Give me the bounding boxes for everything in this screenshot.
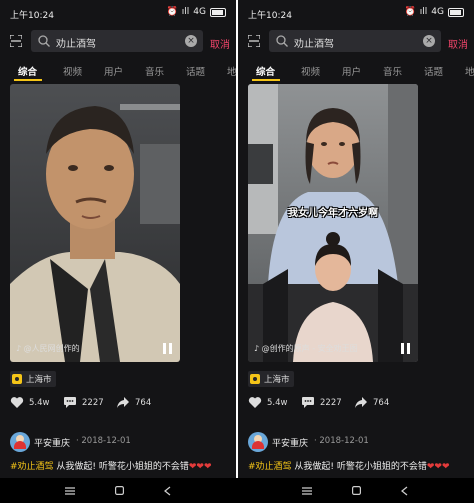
back-icon[interactable] bbox=[396, 478, 412, 503]
alarm-icon: ⏰ bbox=[404, 7, 416, 17]
home-square-icon[interactable] bbox=[348, 478, 364, 503]
avatar[interactable] bbox=[248, 432, 268, 452]
comment-icon bbox=[302, 397, 314, 408]
location-tag[interactable]: 上海市 bbox=[10, 371, 56, 387]
search-row: 劝止酒驾 × 取消 bbox=[0, 30, 236, 54]
signal-icon: ıll bbox=[419, 7, 428, 17]
share-icon bbox=[355, 397, 367, 408]
video-subtitle: 我女儿今年才六岁啊 bbox=[288, 208, 378, 219]
action-row: 5.4w 2227 764 bbox=[10, 396, 236, 414]
video-thumbnail[interactable]: 我女儿今年才六岁啊 ♪ @创作的原声 - 安全劝王图 bbox=[248, 84, 418, 362]
tab-users[interactable]: 用户 bbox=[104, 64, 123, 78]
status-time: 上午10:24 bbox=[10, 11, 54, 21]
tab-comprehensive[interactable]: 综合 bbox=[18, 64, 37, 78]
location-pin-icon bbox=[250, 374, 260, 384]
comment-button[interactable]: 2227 bbox=[301, 396, 342, 409]
scan-icon[interactable] bbox=[248, 35, 260, 47]
signal-icon: ıll bbox=[181, 7, 190, 17]
share-button[interactable]: 764 bbox=[116, 396, 151, 409]
tab-bar: 综合 视频 用户 音乐 话题 地 bbox=[0, 62, 236, 84]
tab-music[interactable]: 音乐 bbox=[145, 64, 164, 78]
system-nav-bar bbox=[0, 478, 474, 503]
comment-button[interactable]: 2227 bbox=[63, 396, 104, 409]
music-credit[interactable]: ♪ @人民网创作的 bbox=[16, 343, 80, 354]
pause-icon[interactable] bbox=[401, 343, 410, 354]
like-button[interactable]: 5.4w bbox=[10, 396, 49, 409]
woman-child-video-frame bbox=[248, 84, 418, 362]
clear-icon[interactable]: × bbox=[423, 35, 435, 47]
search-query: 劝止酒驾 bbox=[294, 39, 334, 50]
search-input[interactable]: 劝止酒驾 × bbox=[31, 30, 203, 52]
status-bar: 上午10:24 ⏰ ıll 4G bbox=[238, 0, 474, 26]
left-phone-screen: 上午10:24 ⏰ ıll 4G 劝止酒驾 × 取消 综合 视频 用户 音乐 话… bbox=[0, 0, 236, 478]
status-time: 上午10:24 bbox=[248, 11, 292, 21]
tab-bar: 综合 视频 用户 音乐 话题 地 bbox=[238, 62, 474, 84]
music-credit[interactable]: ♪ @创作的原声 - 安全劝王图 bbox=[254, 343, 358, 354]
author-row[interactable]: 平安重庆 · 2018-12-01 bbox=[10, 432, 236, 454]
tab-video[interactable]: 视频 bbox=[63, 64, 82, 78]
tab-topics[interactable]: 话题 bbox=[186, 64, 205, 78]
scan-icon[interactable] bbox=[10, 35, 22, 47]
search-icon bbox=[38, 35, 50, 47]
tab-location[interactable]: 地 bbox=[227, 64, 236, 78]
music-note-icon: ♪ bbox=[254, 344, 262, 353]
tab-active-indicator bbox=[252, 79, 280, 81]
video-description: #劝止酒驾 从我做起! 听警花小姐姐的不会错❤❤❤ bbox=[248, 462, 450, 472]
music-note-icon: ♪ bbox=[16, 344, 24, 353]
heart-emoji: ❤❤❤ bbox=[426, 462, 450, 472]
battery-icon bbox=[448, 7, 464, 17]
man-video-frame bbox=[10, 84, 180, 362]
avatar[interactable] bbox=[10, 432, 30, 452]
menu-icon[interactable] bbox=[299, 478, 315, 503]
heart-emoji: ❤❤❤ bbox=[188, 462, 212, 472]
like-button[interactable]: 5.4w bbox=[248, 396, 287, 409]
location-tag[interactable]: 上海市 bbox=[248, 371, 294, 387]
right-phone-screen: 上午10:24 ⏰ ıll 4G 劝止酒驾 × 取消 综合 视频 用户 音乐 话… bbox=[238, 0, 474, 478]
search-row: 劝止酒驾 × 取消 bbox=[238, 30, 474, 54]
share-icon bbox=[117, 397, 129, 408]
author-name[interactable]: 平安重庆 bbox=[34, 436, 70, 449]
heart-icon bbox=[10, 397, 24, 408]
action-row: 5.4w 2227 764 bbox=[248, 396, 474, 414]
comment-icon bbox=[64, 397, 76, 408]
tab-topics[interactable]: 话题 bbox=[424, 64, 443, 78]
battery-icon bbox=[210, 7, 226, 17]
home-square-icon[interactable] bbox=[111, 478, 127, 503]
back-icon[interactable] bbox=[159, 478, 175, 503]
post-date: · 2018-12-01 bbox=[314, 436, 369, 446]
cancel-button[interactable]: 取消 bbox=[448, 36, 468, 51]
tab-video[interactable]: 视频 bbox=[301, 64, 320, 78]
menu-icon[interactable] bbox=[62, 478, 78, 503]
video-description: #劝止酒驾 从我做起! 听警花小姐姐的不会错❤❤❤ bbox=[10, 462, 212, 472]
author-row[interactable]: 平安重庆 · 2018-12-01 bbox=[248, 432, 474, 454]
network-type: 4G bbox=[431, 7, 444, 17]
author-name[interactable]: 平安重庆 bbox=[272, 436, 308, 449]
heart-icon bbox=[248, 397, 262, 408]
location-pin-icon bbox=[12, 374, 22, 384]
network-type: 4G bbox=[193, 7, 206, 17]
status-bar: 上午10:24 ⏰ ıll 4G bbox=[0, 0, 236, 26]
search-icon bbox=[276, 35, 288, 47]
post-date: · 2018-12-01 bbox=[76, 436, 131, 446]
tab-location[interactable]: 地 bbox=[465, 64, 474, 78]
search-query: 劝止酒驾 bbox=[56, 39, 96, 50]
tab-users[interactable]: 用户 bbox=[342, 64, 361, 78]
video-thumbnail[interactable]: ♪ @人民网创作的 bbox=[10, 84, 180, 362]
share-button[interactable]: 764 bbox=[354, 396, 389, 409]
hashtag-link[interactable]: #劝止酒驾 bbox=[248, 462, 292, 472]
tab-music[interactable]: 音乐 bbox=[383, 64, 402, 78]
cancel-button[interactable]: 取消 bbox=[210, 36, 230, 51]
alarm-icon: ⏰ bbox=[166, 7, 178, 17]
hashtag-link[interactable]: #劝止酒驾 bbox=[10, 462, 54, 472]
search-input[interactable]: 劝止酒驾 × bbox=[269, 30, 441, 52]
tab-active-indicator bbox=[14, 79, 42, 81]
tab-comprehensive[interactable]: 综合 bbox=[256, 64, 275, 78]
pause-icon[interactable] bbox=[163, 343, 172, 354]
clear-icon[interactable]: × bbox=[185, 35, 197, 47]
